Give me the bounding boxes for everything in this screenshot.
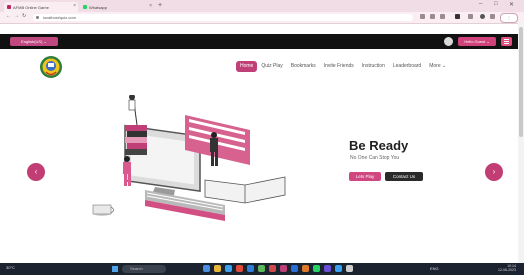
taskbar-search[interactable]: Search	[122, 265, 166, 273]
browser-profile-button[interactable]: ⋮	[500, 13, 518, 23]
chevron-right-icon: ›	[492, 167, 496, 176]
system-tray[interactable]: ENG	[430, 266, 439, 271]
main-nav: Home Quiz Play Bookmarks Invite Friends …	[236, 61, 450, 72]
share-icon[interactable]	[430, 14, 435, 19]
close-tab-icon[interactable]: ×	[149, 3, 152, 9]
whatsapp-icon[interactable]	[313, 265, 320, 272]
windows-start-icon[interactable]	[112, 266, 118, 272]
page-scrollbar[interactable]	[518, 23, 524, 263]
forward-icon[interactable]: →	[14, 13, 19, 19]
carousel-next-button[interactable]: ›	[485, 163, 503, 181]
app-icon[interactable]	[302, 265, 309, 272]
app-icon[interactable]	[280, 265, 287, 272]
site-logo[interactable]	[38, 55, 64, 79]
lets-play-button[interactable]: Lets Play	[349, 172, 381, 181]
extensions-puzzle-icon[interactable]	[468, 14, 473, 19]
excel-icon[interactable]	[258, 265, 265, 272]
nav-invite-friends[interactable]: Invite Friends	[320, 61, 358, 72]
browser-tab-active[interactable]: AFMB Online Game ×	[4, 2, 78, 12]
avatar[interactable]	[444, 37, 453, 46]
lock-icon	[36, 16, 39, 19]
contact-us-button[interactable]: Contact Us	[385, 172, 423, 181]
tab-title: AFMB Online Game	[13, 4, 49, 10]
hero-subtitle: No One Can Stop You	[350, 155, 400, 161]
address-bar[interactable]: localhost/quiz.com	[33, 14, 413, 21]
app-icon[interactable]	[269, 265, 276, 272]
browser-tab[interactable]: Whatsapp ×	[80, 2, 154, 12]
user-menu-button[interactable]: Hello Guest ⌄	[458, 37, 496, 46]
close-tab-icon[interactable]: ×	[73, 3, 76, 9]
extension-icon[interactable]	[455, 14, 460, 19]
nav-quiz-play[interactable]: Quiz Play	[257, 61, 286, 72]
app-icon[interactable]	[324, 265, 331, 272]
chevron-left-icon: ‹	[34, 167, 38, 176]
tab-favicon-icon	[83, 5, 87, 9]
bookmark-star-icon[interactable]	[440, 14, 445, 19]
chrome-icon[interactable]	[236, 265, 243, 272]
carousel-prev-button[interactable]: ‹	[27, 163, 45, 181]
clock-date: 12-06-2023	[498, 268, 516, 272]
edge-icon[interactable]	[225, 265, 232, 272]
hero-title: Be Ready	[349, 138, 409, 153]
maximize-icon[interactable]: □	[494, 1, 498, 7]
nav-instruction[interactable]: Instruction	[358, 61, 389, 72]
word-icon[interactable]	[291, 265, 298, 272]
nav-home[interactable]: Home	[236, 61, 258, 72]
translate-icon[interactable]	[420, 14, 425, 19]
task-view-icon[interactable]	[203, 265, 210, 272]
language-button[interactable]: English(US) ⌄	[10, 37, 58, 46]
address-text: localhost/quiz.com	[43, 15, 76, 20]
tab-favicon-icon	[7, 5, 11, 9]
close-window-icon[interactable]: ✕	[509, 1, 514, 8]
hamburger-menu-icon[interactable]	[501, 37, 512, 46]
app-icon[interactable]	[346, 265, 353, 272]
back-icon[interactable]: ←	[6, 13, 11, 19]
nav-more[interactable]: More ⌄	[425, 61, 450, 72]
download-icon[interactable]	[480, 14, 485, 19]
weather-widget[interactable]: 30°C	[6, 265, 15, 270]
profile-icon[interactable]	[490, 14, 495, 19]
browser-tab-strip	[0, 0, 524, 12]
taskbar-clock[interactable]: 10:14 12-06-2023	[498, 264, 516, 272]
tab-title: Whatsapp	[89, 4, 108, 10]
nav-bookmarks[interactable]: Bookmarks	[287, 61, 320, 72]
file-explorer-icon[interactable]	[214, 265, 221, 272]
new-tab-icon[interactable]: +	[158, 2, 162, 10]
minimize-icon[interactable]: –	[479, 1, 482, 7]
nav-leaderboard[interactable]: Leaderboard	[389, 61, 425, 72]
reload-icon[interactable]: ↻	[22, 13, 26, 19]
hero-illustration	[92, 95, 286, 221]
store-icon[interactable]	[247, 265, 254, 272]
app-icon[interactable]	[335, 265, 342, 272]
